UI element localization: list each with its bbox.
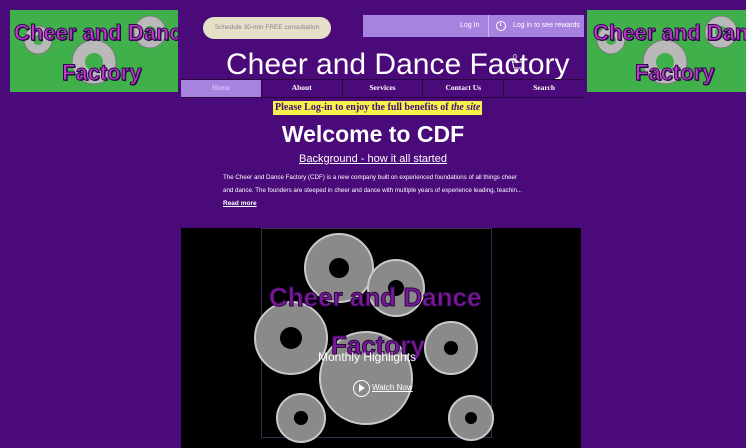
intro-line-2: and dance. The founders are steeped in c… — [223, 187, 523, 194]
intro-line-1: The Cheer and Dance Factory (CDF) is a n… — [223, 174, 518, 181]
site-header: Schedule 30-min FREE consultation Log In… — [181, 10, 584, 98]
video-player[interactable]: Cheer and Dance Factory Monthly Highligh… — [181, 228, 581, 448]
rewards-icon — [496, 21, 506, 31]
video-overlay-title: Cheer and Dance — [268, 282, 482, 313]
logo-text-line2: Factory — [634, 60, 715, 86]
intro-paragraph: The Cheer and Dance Factory (CDF) is a n… — [223, 171, 563, 197]
login-bar: Log In Log in to see rewards — [363, 15, 584, 37]
video-caption: Monthly Highlights — [318, 350, 417, 364]
watch-now-link[interactable]: Watch Now — [372, 383, 413, 392]
rewards-link[interactable]: Log in to see rewards — [513, 15, 580, 37]
nav-item-home[interactable]: Home — [181, 80, 262, 97]
background-link[interactable]: Background - how it all started — [0, 153, 746, 165]
cart-button[interactable]: 0 — [508, 54, 524, 72]
read-more-link[interactable]: Read more — [223, 200, 257, 207]
main-nav: Home About Services Contact Us Search — [181, 79, 584, 98]
logo-text-line1: Cheer and Dance — [14, 20, 178, 46]
logo-right[interactable]: Cheer and Dance Factory — [587, 10, 746, 92]
notice-text: Please Log-in to enjoy the full benefits… — [275, 102, 449, 113]
consultation-button[interactable]: Schedule 30-min FREE consultation — [203, 17, 331, 39]
play-icon[interactable] — [353, 380, 370, 397]
divider — [488, 15, 489, 37]
welcome-heading: Welcome to CDF — [281, 121, 465, 147]
login-notice: Please Log-in to enjoy the full benefits… — [273, 101, 483, 115]
nav-item-services[interactable]: Services — [343, 80, 424, 97]
logo-text-line2: Factory — [61, 60, 142, 86]
logo-text-line1: Cheer and Dance — [593, 20, 746, 46]
nav-item-about[interactable]: About — [262, 80, 343, 97]
logo-left[interactable]: Cheer and Dance Factory — [10, 10, 178, 92]
notice-emphasis: the site — [451, 102, 481, 113]
nav-item-search[interactable]: Search — [504, 80, 584, 97]
cart-count: 0 — [513, 54, 517, 61]
login-link[interactable]: Log In — [460, 15, 479, 37]
nav-item-contact[interactable]: Contact Us — [423, 80, 505, 97]
